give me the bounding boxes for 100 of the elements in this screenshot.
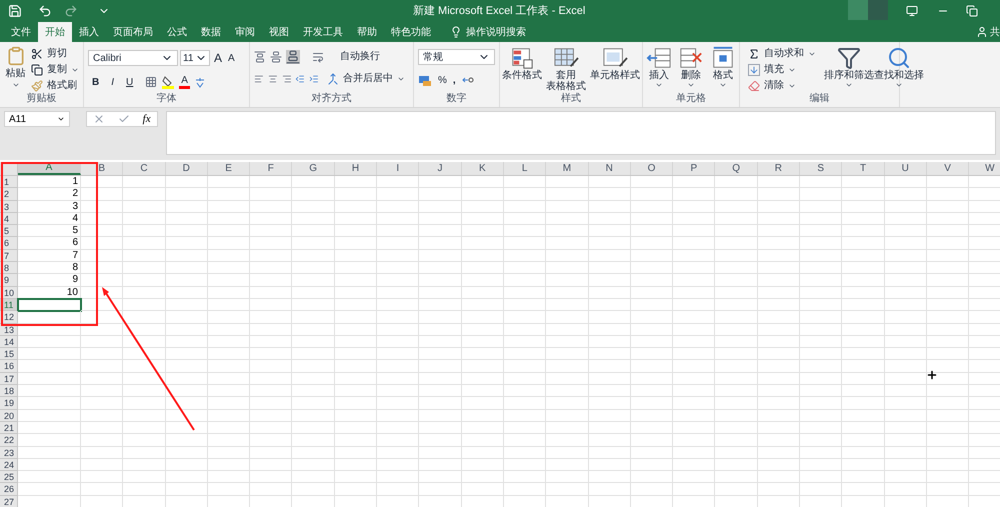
ribbon-tab[interactable]: 公式	[160, 22, 194, 42]
column-header[interactable]: O	[630, 162, 674, 175]
format-painter-button[interactable]: 格式刷	[27, 78, 83, 94]
table-cell[interactable]: 7	[18, 250, 81, 262]
column-header[interactable]: E	[208, 162, 250, 175]
enter-icon[interactable]	[118, 113, 130, 125]
ribbon-tab[interactable]: 页面布局	[106, 22, 160, 42]
style-button[interactable]: 单元格样式	[590, 46, 640, 92]
name-box[interactable]: A11	[4, 111, 70, 127]
table-cell[interactable]: 10	[18, 286, 81, 299]
row-header[interactable]: 24	[0, 458, 18, 472]
top-align-icon[interactable]	[254, 51, 266, 63]
row-header[interactable]: 21	[0, 422, 18, 434]
number-format-field[interactable]: 常规	[418, 49, 495, 65]
ribbon-tab[interactable]: 视图	[262, 22, 296, 42]
column-header[interactable]: N	[588, 162, 631, 175]
bottom-align-icon[interactable]	[286, 50, 300, 64]
font-name-field[interactable]: Calibri	[88, 50, 178, 66]
phonetic-icon[interactable]	[194, 76, 206, 88]
cut-button[interactable]: 剪切	[27, 46, 83, 62]
row-header[interactable]: 15	[0, 348, 18, 360]
row-header[interactable]: 26	[0, 483, 18, 496]
orientation-icon[interactable]	[312, 51, 324, 63]
bold-button[interactable]: B	[88, 74, 104, 90]
column-header[interactable]: P	[673, 162, 716, 175]
ribbon-tab[interactable]: 帮助	[350, 22, 384, 42]
sort-filter-button[interactable]: 排序和筛选	[824, 46, 874, 94]
clear-button[interactable]: 清除	[744, 78, 820, 94]
fill-button[interactable]: 填充	[744, 62, 820, 78]
table-cell[interactable]: 1	[18, 176, 81, 188]
ribbon-tab[interactable]: 开发工具	[296, 22, 350, 42]
grow-font-button[interactable]: A	[212, 49, 224, 67]
comma-button[interactable]: ,	[452, 72, 456, 88]
column-header[interactable]: D	[166, 162, 208, 175]
formula-field[interactable]	[166, 111, 996, 155]
column-header[interactable]: H	[334, 162, 378, 175]
share-button[interactable]: 共	[976, 22, 1000, 42]
undo-icon[interactable]	[38, 4, 52, 18]
column-header[interactable]: S	[800, 162, 842, 175]
underline-button[interactable]: U	[122, 74, 138, 90]
column-header[interactable]: C	[123, 162, 166, 175]
column-header[interactable]: K	[462, 162, 504, 175]
decrease-indent-icon[interactable]	[295, 73, 306, 85]
find-select-button[interactable]: 查找和选择	[874, 46, 924, 94]
percent-button[interactable]: %	[438, 72, 447, 88]
row-header[interactable]: 20	[0, 410, 18, 422]
ribbon-tab[interactable]: 插入	[72, 22, 106, 42]
table-cell[interactable]: 9	[18, 274, 81, 287]
merge-center-button[interactable]: 合并后居中	[322, 71, 409, 87]
row-header[interactable]: 18	[0, 385, 18, 398]
row-header[interactable]: 25	[0, 471, 18, 484]
wrap-text-button[interactable]: 自动换行	[336, 49, 384, 65]
cancel-icon[interactable]	[93, 113, 106, 125]
table-cell[interactable]: 3	[18, 200, 81, 213]
column-header[interactable]: F	[250, 162, 292, 175]
column-header[interactable]: V	[926, 162, 970, 175]
insert-function-button[interactable]: fx	[142, 110, 151, 128]
row-header[interactable]: 27	[0, 496, 18, 507]
ribbon-tab[interactable]: 文件	[4, 22, 38, 42]
align-center-icon[interactable]	[268, 73, 278, 85]
column-header[interactable]: T	[842, 162, 885, 175]
style-button[interactable]: 条件格式	[502, 46, 542, 92]
ribbon-tab[interactable]: 特色功能	[384, 22, 438, 42]
column-header[interactable]: Q	[715, 162, 758, 175]
italic-button[interactable]: I	[107, 74, 118, 90]
table-cell[interactable]: 8	[18, 262, 81, 274]
copy-button[interactable]: 复制	[27, 62, 83, 78]
row-header[interactable]: 17	[0, 372, 18, 386]
shrink-font-button[interactable]: A	[226, 50, 237, 66]
column-header[interactable]: J	[419, 162, 462, 175]
tell-me-search[interactable]: 操作说明搜索	[462, 22, 530, 42]
font-size-field[interactable]: 11	[180, 50, 210, 66]
cells-button[interactable]: 格式	[709, 46, 737, 89]
currency-icon[interactable]	[418, 74, 432, 86]
font-color-button[interactable]: A	[179, 76, 190, 88]
column-header[interactable]: B	[81, 162, 124, 175]
row-header[interactable]: 23	[0, 446, 18, 459]
row-header[interactable]: 16	[0, 360, 18, 373]
cells-button[interactable]: 插入	[645, 46, 673, 89]
style-button[interactable]: 套用 表格格式	[546, 46, 586, 92]
column-header[interactable]: U	[884, 162, 927, 175]
column-header[interactable]: R	[758, 162, 800, 175]
middle-align-icon[interactable]	[270, 51, 282, 63]
cells-button[interactable]: 删除	[677, 46, 705, 89]
align-left-icon[interactable]	[254, 73, 264, 85]
ribbon-tab[interactable]: 开始	[38, 22, 72, 42]
restore-icon[interactable]	[966, 5, 978, 17]
fill-color-icon[interactable]	[161, 75, 176, 89]
row-header[interactable]: 19	[0, 397, 18, 410]
column-header[interactable]: I	[377, 162, 420, 175]
borders-icon[interactable]	[145, 76, 158, 88]
align-right-icon[interactable]	[282, 73, 292, 85]
column-header[interactable]: M	[546, 162, 589, 175]
table-cell[interactable]: 2	[18, 188, 81, 201]
table-cell[interactable]: 4	[18, 212, 81, 226]
autosum-button[interactable]: 自动求和	[744, 46, 820, 62]
row-header[interactable]: 22	[0, 434, 18, 447]
column-header[interactable]: W	[969, 162, 1000, 175]
ribbon-tab[interactable]: 数据	[194, 22, 228, 42]
column-header[interactable]: L	[504, 162, 546, 175]
